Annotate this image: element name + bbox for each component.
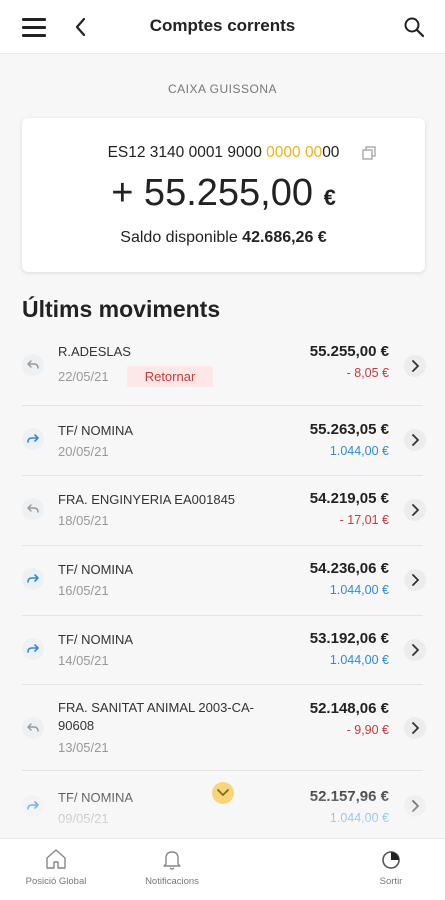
movement-amount: 1.044,00 € xyxy=(329,444,389,458)
section-title: Últims moviments xyxy=(22,296,221,322)
chevron-right-icon[interactable] xyxy=(404,717,426,739)
nav-label: Sortir xyxy=(379,876,403,887)
chevron-right-icon[interactable] xyxy=(404,569,426,591)
movement-date: 09/05/21 xyxy=(58,811,109,826)
balance-currency: € xyxy=(323,185,336,210)
movement-row[interactable]: TF/ NOMINA 16/05/21 54.236,06 € 1.044,00… xyxy=(0,546,445,616)
movement-amount: - 8,05 € xyxy=(346,366,389,380)
movement-amount: - 17,01 € xyxy=(339,513,389,527)
movement-description: TF/ NOMINA xyxy=(58,562,134,577)
movement-row[interactable]: TF/ NOMINA 14/05/21 53.192,06 € 1.044,00… xyxy=(0,616,445,685)
movement-balance: 55.263,05 € xyxy=(309,421,389,438)
movement-balance: 54.219,05 € xyxy=(309,490,389,507)
page-title: Comptes corrents xyxy=(149,16,296,35)
iban-prefix: ES12 3140 0001 9000 xyxy=(107,144,267,161)
movement-balance: 53.192,06 € xyxy=(309,630,389,647)
iban-suffix: 00 xyxy=(322,144,340,161)
movement-amount: 1.044,00 € xyxy=(329,583,389,597)
chevron-right-icon[interactable] xyxy=(404,355,426,377)
chevron-down-icon[interactable] xyxy=(212,782,234,804)
bottom-nav: Posició Global Notificacions Sortir xyxy=(0,838,445,900)
nav-label: Posició Global xyxy=(25,876,87,887)
transfer-arrow-icon xyxy=(22,795,44,817)
movement-description: TF/ NOMINA xyxy=(58,632,134,647)
transfer-arrow-icon xyxy=(22,568,44,590)
movement-date: 16/05/21 xyxy=(58,583,109,598)
movement-description: R.ADESLAS xyxy=(58,344,131,359)
movement-row[interactable]: FRA. SANITAT ANIMAL 2003-CA-90608 13/05/… xyxy=(0,685,445,771)
chevron-right-icon[interactable] xyxy=(404,499,426,521)
chevron-right-icon[interactable] xyxy=(404,639,426,661)
movement-date: 14/05/21 xyxy=(58,653,109,668)
movement-date: 18/05/21 xyxy=(58,513,109,528)
movement-row[interactable]: TF/ NOMINA 20/05/21 55.263,05 € 1.044,00… xyxy=(0,406,445,476)
movement-amount: - 9,90 € xyxy=(346,723,389,737)
nav-posicio-global[interactable]: Posició Global xyxy=(11,847,101,887)
chevron-right-icon[interactable] xyxy=(404,429,426,451)
nav-notificacions[interactable]: Notificacions xyxy=(127,847,217,887)
account-balance: + 55.255,00 € xyxy=(22,172,425,215)
bell-icon xyxy=(163,851,181,870)
search-icon[interactable] xyxy=(403,16,425,38)
available-label: Saldo disponible xyxy=(120,229,238,246)
movement-amount: 1.044,00 € xyxy=(329,653,389,667)
copy-icon[interactable] xyxy=(362,146,376,160)
movement-amount: 1.044,00 € xyxy=(329,811,389,825)
movement-balance: 52.157,96 € xyxy=(309,788,389,805)
nav-label: Notificacions xyxy=(145,876,199,887)
movement-balance: 55.255,00 € xyxy=(309,343,389,360)
top-bar: Comptes corrents xyxy=(0,0,445,54)
movement-row[interactable]: R.ADESLAS 22/05/21 Retornar 55.255,00 € … xyxy=(0,336,445,406)
movement-balance: 52.148,06 € xyxy=(309,700,389,717)
movement-date: 22/05/21 xyxy=(58,369,109,384)
account-card: ES12 3140 0001 9000 0000 0000 + 55.255,0… xyxy=(22,118,425,272)
movement-row[interactable]: FRA. ENGINYERIA EA001845 18/05/21 54.219… xyxy=(0,476,445,546)
movement-description: TF/ NOMINA xyxy=(58,423,134,438)
return-arrow-icon xyxy=(22,354,44,376)
movement-description: FRA. SANITAT ANIMAL 2003-CA-90608 xyxy=(58,700,255,733)
movement-balance: 54.236,06 € xyxy=(309,560,389,577)
movement-description: FRA. ENGINYERIA EA001845 xyxy=(58,492,236,507)
bank-name: CAIXA GUISSONA xyxy=(167,82,278,96)
power-icon xyxy=(382,851,400,869)
iban-highlight: 0000 00 xyxy=(266,144,323,161)
available-value: 42.686,26 € xyxy=(242,229,327,246)
return-button[interactable]: Retornar xyxy=(127,366,213,387)
balance-value: + 55.255,00 xyxy=(111,172,313,214)
transfer-arrow-icon xyxy=(22,428,44,450)
available-balance: Saldo disponible 42.686,26 € xyxy=(22,229,425,247)
return-arrow-icon xyxy=(22,498,44,520)
return-arrow-icon xyxy=(22,717,44,739)
movement-date: 20/05/21 xyxy=(58,444,109,459)
nav-sortir[interactable]: Sortir xyxy=(346,847,436,887)
chevron-right-icon[interactable] xyxy=(404,795,426,817)
movement-date: 13/05/21 xyxy=(58,740,109,755)
transfer-arrow-icon xyxy=(22,638,44,660)
home-icon xyxy=(46,849,66,869)
